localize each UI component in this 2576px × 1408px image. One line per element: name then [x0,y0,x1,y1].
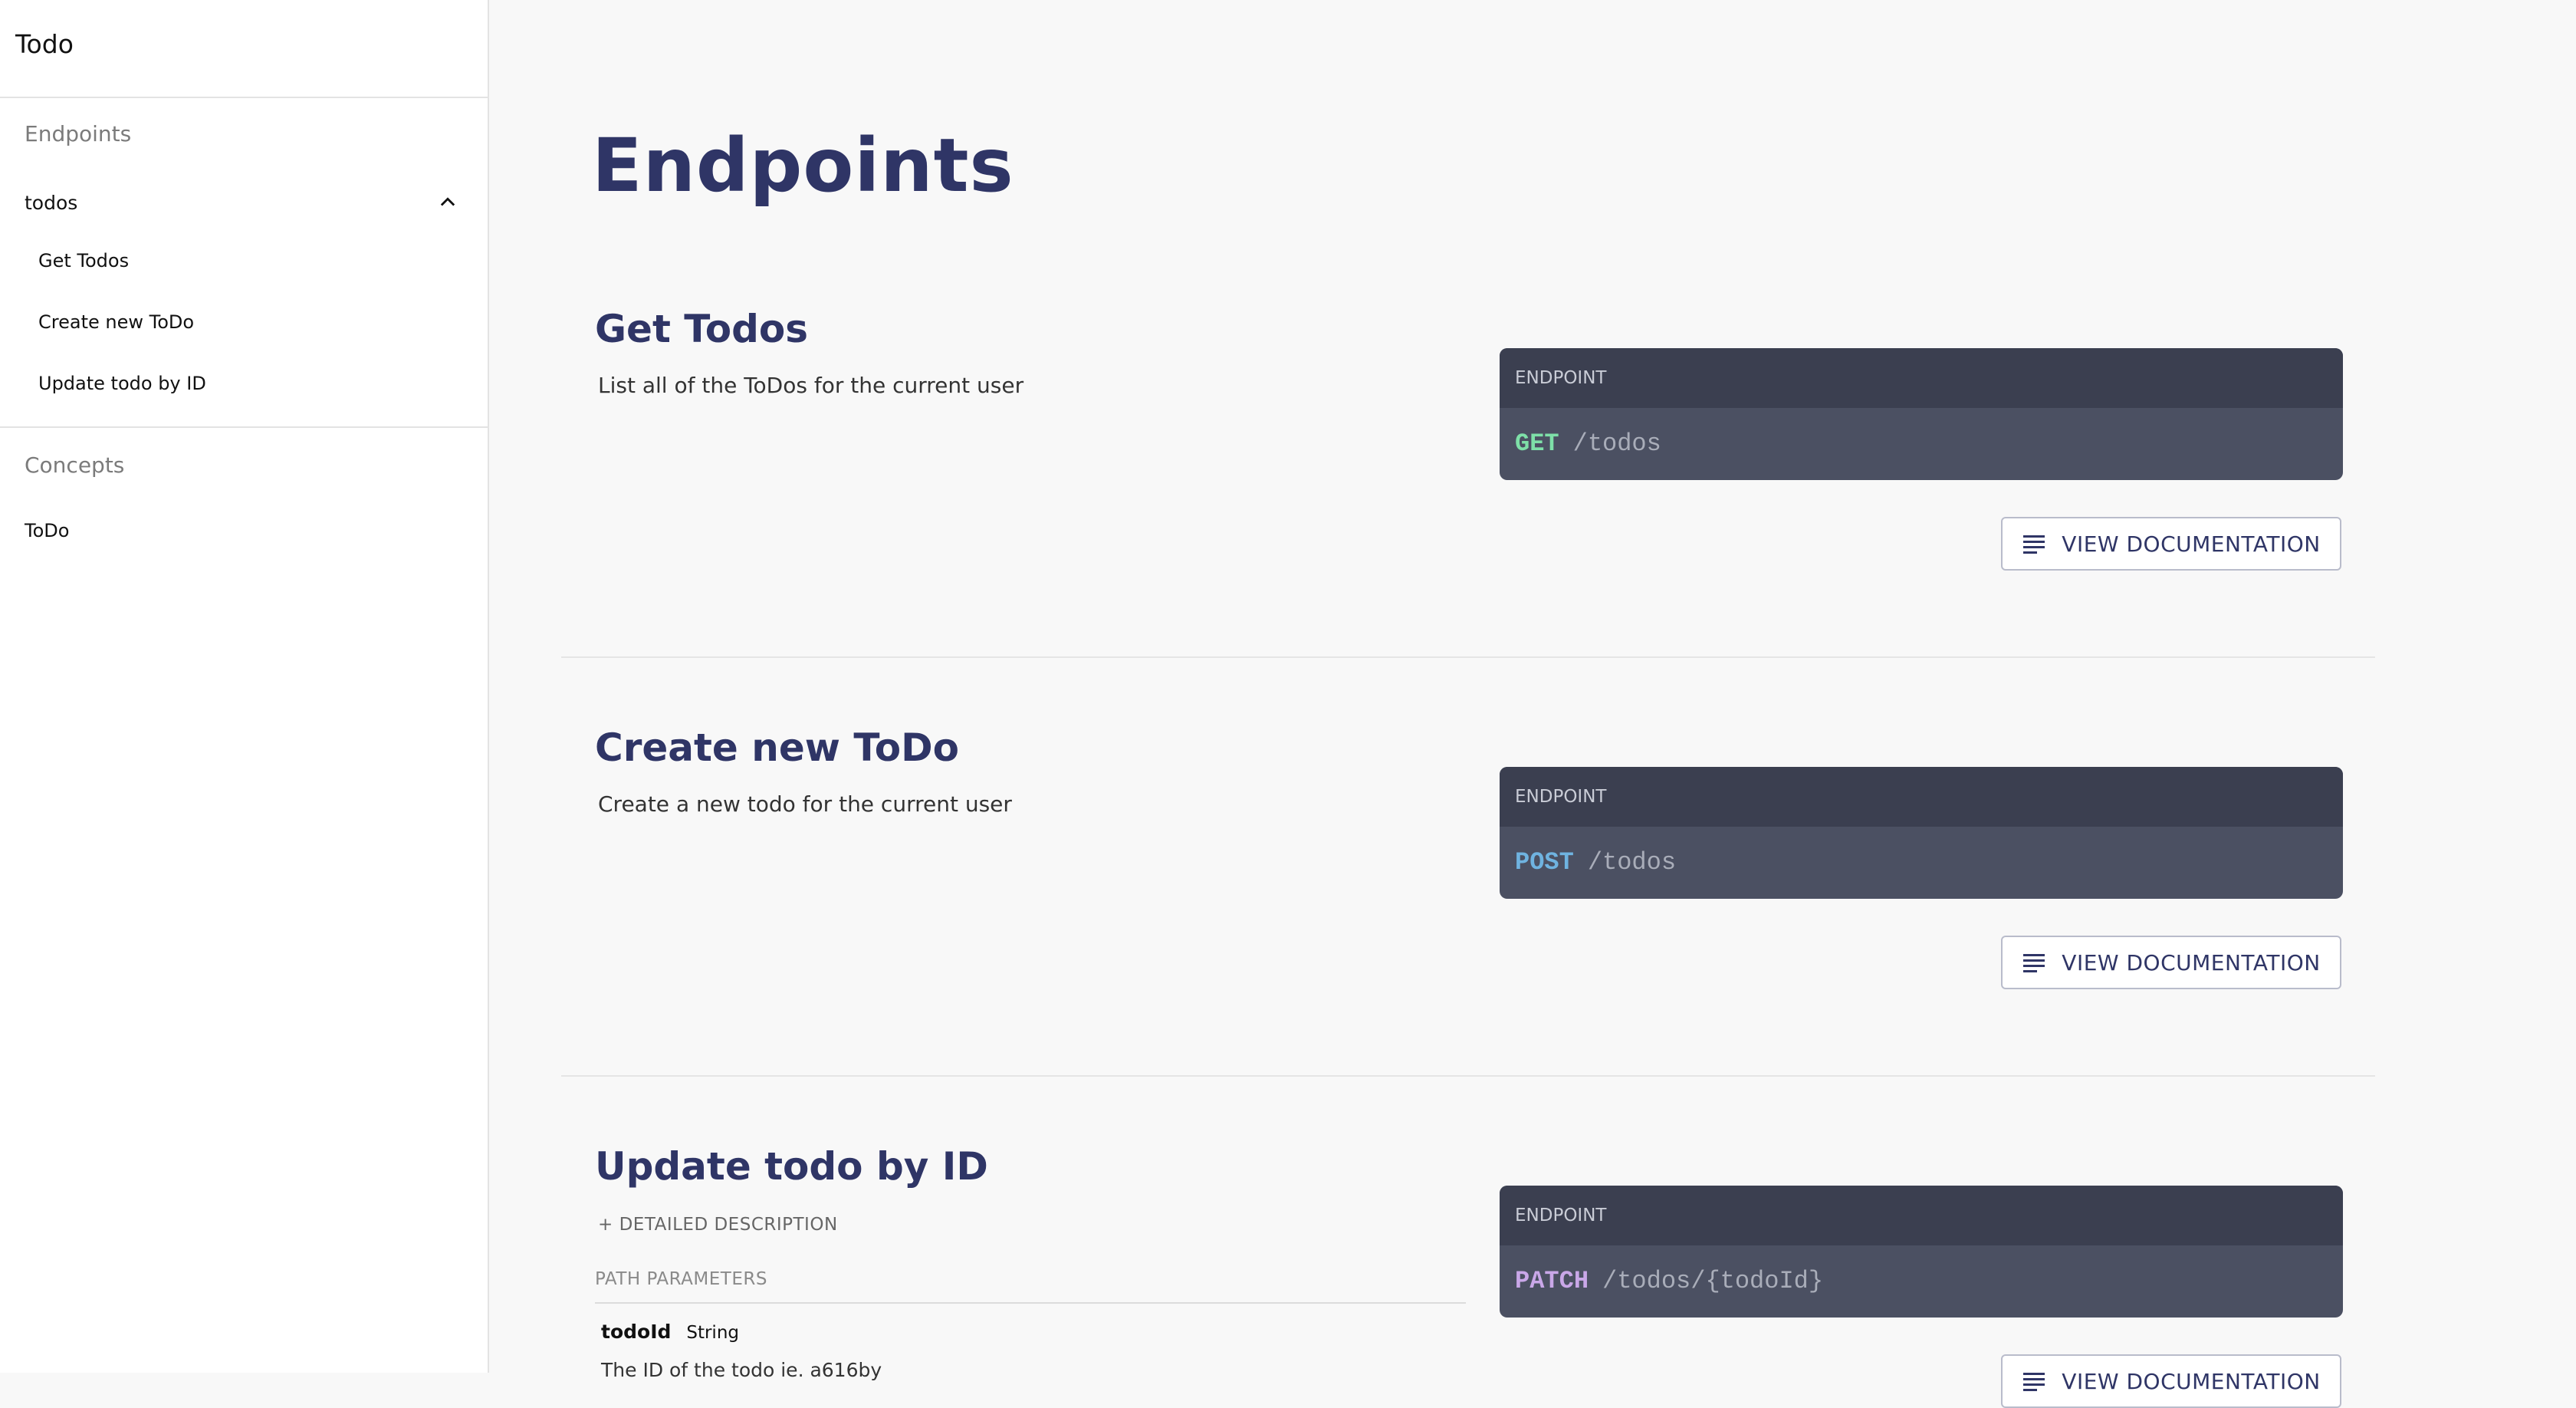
endpoint-description: Create a new todo for the current user [598,791,1012,817]
sidebar-group-label: todos [25,191,78,214]
page-title: Endpoints [592,123,1014,209]
sidebar-item-create-todo[interactable]: Create new ToDo [38,311,194,333]
http-method: PATCH [1515,1267,1589,1295]
sidebar-endpoints-heading: Endpoints [25,121,132,146]
endpoint-signature: POST/todos [1500,827,2343,899]
endpoint-title: Create new ToDo [595,725,959,770]
endpoint-signature: PATCH/todos/{todoId} [1500,1245,2343,1318]
sidebar-divider [0,97,488,98]
parameter-row: todoId String [601,1321,739,1343]
chevron-up-icon[interactable] [437,192,458,213]
endpoint-description: List all of the ToDos for the current us… [598,373,1024,398]
endpoint-header: ENDPOINT [1500,348,2343,408]
section-divider [561,656,2375,658]
endpoint-path: /todos [1587,848,1677,877]
http-method: GET [1515,429,1559,458]
document-lines-icon [2023,954,2045,972]
endpoint-header: ENDPOINT [1500,767,2343,827]
view-documentation-label: VIEW DOCUMENTATION [2062,531,2321,557]
parameters-divider [595,1302,1466,1304]
endpoint-box: ENDPOINT POST/todos [1500,767,2343,899]
http-method: POST [1515,848,1574,877]
endpoint-title: Get Todos [595,307,808,351]
endpoint-title: Update todo by ID [595,1144,988,1189]
path-parameters-heading: PATH PARAMETERS [595,1269,767,1289]
sidebar-item-update-todo[interactable]: Update todo by ID [38,373,206,394]
endpoint-header: ENDPOINT [1500,1186,2343,1245]
endpoint-signature: GET/todos [1500,408,2343,480]
sidebar: Todo Endpoints todos Get Todos Create ne… [0,0,489,1373]
view-documentation-button[interactable]: VIEW DOCUMENTATION [2001,1354,2341,1408]
detailed-description-toggle[interactable]: + DETAILED DESCRIPTION [598,1215,838,1235]
main-content: Endpoints Get Todos List all of the ToDo… [489,0,2576,1408]
parameter-name: todoId [601,1321,672,1343]
endpoint-path: /todos [1572,429,1661,458]
sidebar-concept-todo[interactable]: ToDo [25,520,69,541]
parameter-type: String [686,1323,739,1343]
sidebar-divider [0,426,488,428]
endpoint-box: ENDPOINT GET/todos [1500,348,2343,480]
endpoint-path: /todos/{todoId} [1602,1267,1824,1295]
app-title: Todo [15,29,74,59]
sidebar-group-todos[interactable]: todos [25,184,458,221]
parameter-description: The ID of the todo ie. a616by [601,1359,882,1381]
view-documentation-button[interactable]: VIEW DOCUMENTATION [2001,517,2341,571]
endpoint-box: ENDPOINT PATCH/todos/{todoId} [1500,1186,2343,1318]
document-lines-icon [2023,1373,2045,1391]
document-lines-icon [2023,535,2045,554]
section-divider [561,1075,2375,1077]
view-documentation-label: VIEW DOCUMENTATION [2062,949,2321,975]
view-documentation-button[interactable]: VIEW DOCUMENTATION [2001,936,2341,989]
sidebar-item-get-todos[interactable]: Get Todos [38,250,129,271]
sidebar-concepts-heading: Concepts [25,452,125,478]
view-documentation-label: VIEW DOCUMENTATION [2062,1368,2321,1394]
